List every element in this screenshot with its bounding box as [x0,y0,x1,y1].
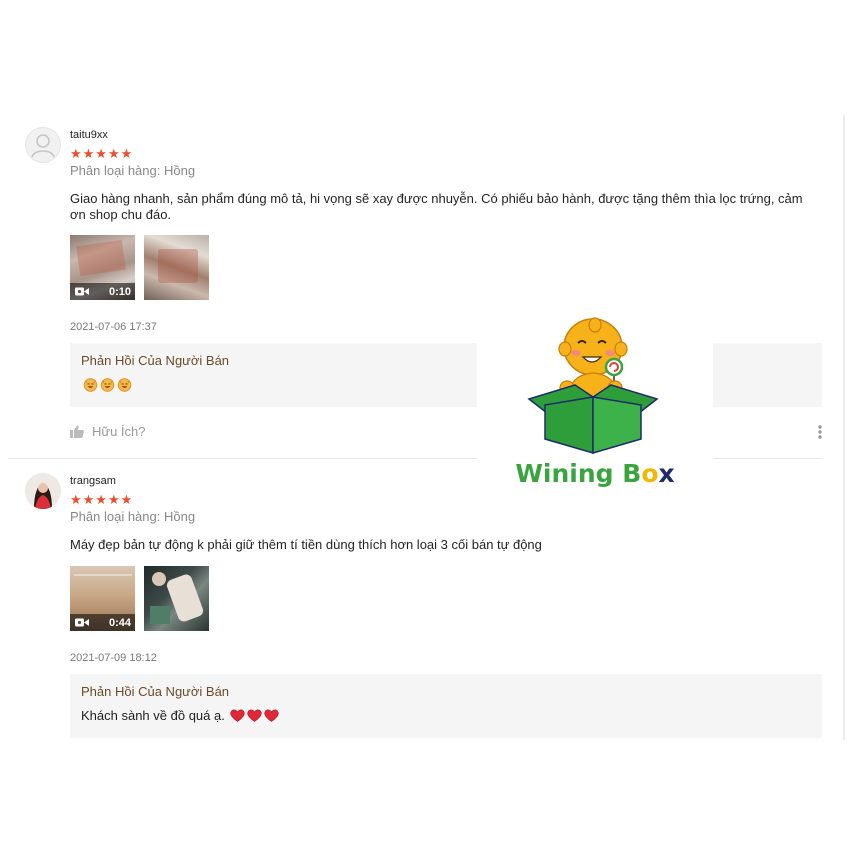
product-variation: Phân loại hàng: Hồng [70,163,196,178]
video-duration: 0:44 [108,616,131,629]
scrollbar-track[interactable] [843,115,845,740]
wining-box-logo-icon [527,317,659,454]
video-camera-icon [75,287,89,296]
heart-emoji-icon [264,709,279,722]
thumbs-up-icon [70,425,84,438]
more-vertical-icon [818,425,822,439]
review-video-thumbnail[interactable]: 0:44 [70,566,135,631]
product-variation: Phân loại hàng: Hồng [70,509,196,524]
avatar[interactable] [25,473,61,509]
review-username[interactable]: taitu9xx [70,129,108,141]
smile-emoji-icon [100,378,115,392]
rating-stars: ★★★★★ [70,146,134,161]
review-comment: Máy đẹp bản tự động k phải giữ thêm tí t… [70,537,542,552]
review-username[interactable]: trangsam [70,475,116,487]
smile-emoji-icon [83,378,98,392]
smile-emoji-icon [117,378,132,392]
review-photo-thumbnail[interactable] [144,566,209,631]
review-media: 0:44 [70,566,209,631]
video-duration: 0:10 [108,285,131,298]
heart-emoji-icon [247,709,262,722]
helpful-button[interactable]: Hữu Ích? [70,424,146,439]
video-camera-icon [75,618,89,627]
rating-stars: ★★★★★ [70,492,134,507]
review-video-thumbnail[interactable]: 0:10 [70,235,135,300]
review-comment: Giao hàng nhanh, sản phẩm đúng mô tả, hi… [70,191,803,222]
wining-box-watermark: Wining Box [477,305,713,510]
review-date: 2021-07-09 18:12 [70,652,157,664]
helpful-label: Hữu Ích? [92,424,146,439]
more-options-button[interactable] [815,422,825,442]
seller-reply-text: Khách sành về đồ quá ạ. [81,708,225,723]
user-icon [31,134,55,158]
brand-name: Wining Box [515,459,675,488]
review-date: 2021-07-06 17:37 [70,321,157,333]
review-photo-thumbnail[interactable] [144,235,209,300]
seller-reply-title: Phản Hồi Của Người Bán [81,684,230,699]
seller-reply-body: Khách sành về đồ quá ạ. [81,708,811,723]
review-media: 0:10 [70,235,209,300]
heart-emoji-icon [230,709,245,722]
avatar[interactable] [25,127,61,163]
seller-reply: Phản Hồi Của Người Bán Khách sành về đồ … [70,674,822,738]
user-photo-icon [25,473,61,509]
